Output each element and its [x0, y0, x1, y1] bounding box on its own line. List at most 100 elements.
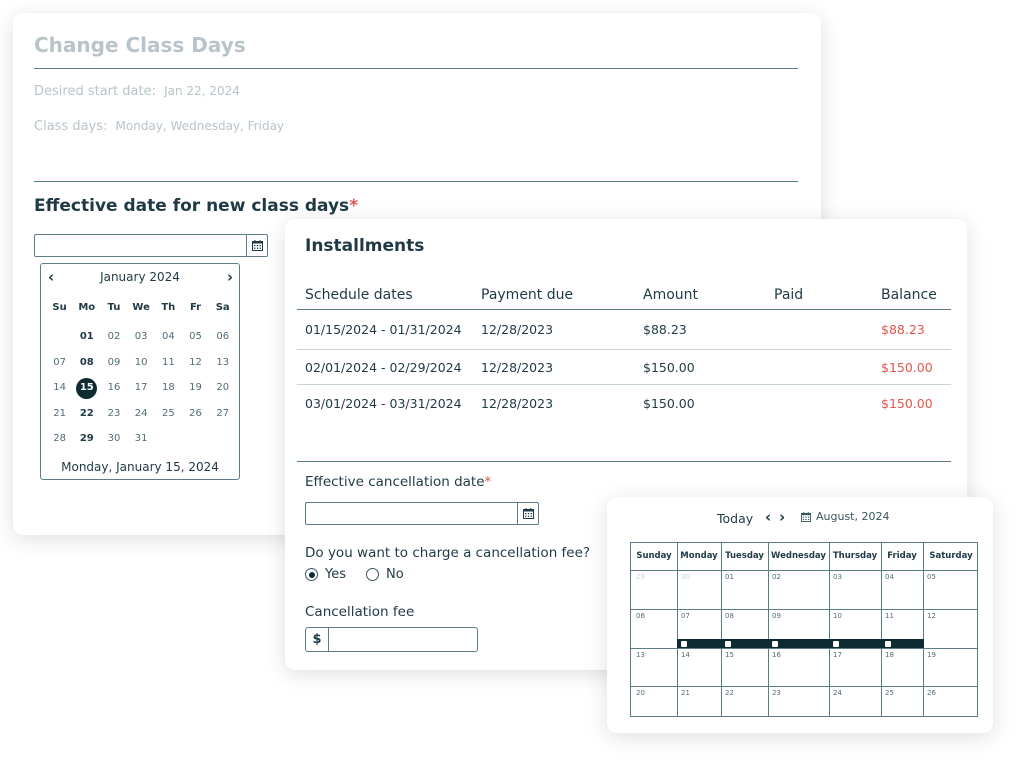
calendar-day[interactable]: 09	[772, 612, 781, 620]
calendar-day[interactable]: 15	[725, 651, 734, 659]
calendar-day[interactable]: 30	[681, 573, 690, 581]
month-selector[interactable]: August, 2024	[801, 510, 889, 523]
calendar-day[interactable]: 27	[209, 404, 236, 424]
weekday-header-tuesday: Tuesday	[725, 551, 764, 561]
next-month-chevron-icon[interactable]: ›	[779, 508, 785, 526]
radio-yes-indicator[interactable]	[305, 568, 318, 581]
calendar-day[interactable]	[46, 327, 73, 347]
calendar-day[interactable]: 30	[100, 429, 127, 449]
calendar-day[interactable]: 02	[772, 573, 781, 581]
calendar-day[interactable]: 03	[833, 573, 842, 581]
calendar-day[interactable]: 09	[100, 353, 127, 373]
calendar-day[interactable]: 06	[209, 327, 236, 347]
calendar-day[interactable]: 14	[681, 651, 690, 659]
calendar-button[interactable]	[246, 235, 267, 256]
calendar-day[interactable]: 11	[155, 353, 182, 373]
calendar-day[interactable]: 28	[46, 429, 73, 449]
calendar-day[interactable]: 08	[725, 612, 734, 620]
calendar-day[interactable]: 23	[772, 689, 781, 697]
prev-month-chevron-icon[interactable]: ‹	[765, 508, 771, 526]
calendar-day[interactable]: 04	[155, 327, 182, 347]
calendar-day[interactable]: 21	[681, 689, 690, 697]
calendar-button[interactable]	[517, 503, 538, 524]
calendar-day[interactable]: 07	[46, 353, 73, 373]
calendar-week: 14 15 16 17 18 19 20	[46, 378, 236, 399]
calendar-day[interactable]: 02	[100, 327, 127, 347]
event-checkbox[interactable]	[725, 641, 731, 647]
calendar-day[interactable]: 05	[927, 573, 936, 581]
weekday-label: Tu	[107, 302, 121, 313]
calendar-day[interactable]: 08	[73, 353, 100, 373]
today-button[interactable]: Today	[717, 511, 753, 526]
grid-line	[631, 648, 977, 649]
payment-due-cell: 12/28/2023	[481, 322, 554, 337]
calendar-day[interactable]: 31	[128, 429, 155, 449]
calendar-day[interactable]: 13	[636, 651, 645, 659]
calendar-day[interactable]: 29	[73, 429, 100, 449]
grid-line	[631, 609, 977, 610]
calendar-day[interactable]: 12	[927, 612, 936, 620]
calendar-day[interactable]: 21	[46, 404, 73, 424]
calendar-day[interactable]: 26	[182, 404, 209, 424]
radio-no[interactable]: No	[366, 567, 404, 582]
calendar-day[interactable]: 07	[681, 612, 690, 620]
calendar-day[interactable]: 23	[100, 404, 127, 424]
event-checkbox[interactable]	[885, 641, 891, 647]
calendar-day[interactable]: 20	[636, 689, 645, 697]
calendar-day[interactable]: 18	[155, 378, 182, 398]
calendar-day[interactable]: 25	[155, 404, 182, 424]
calendar-day[interactable]: 06	[636, 612, 645, 620]
month-label: August, 2024	[816, 510, 890, 523]
calendar-day[interactable]: 22	[73, 404, 100, 424]
cancellation-fee-input[interactable]: $	[305, 627, 478, 652]
calendar-day[interactable]	[209, 429, 236, 449]
calendar-day[interactable]: 22	[725, 689, 734, 697]
calendar-day[interactable]: 05	[182, 327, 209, 347]
calendar-day[interactable]: 03	[128, 327, 155, 347]
cancellation-date-input[interactable]	[305, 502, 539, 525]
calendar-day[interactable]: 24	[128, 404, 155, 424]
calendar-day[interactable]: 10	[128, 353, 155, 373]
event-checkbox[interactable]	[681, 641, 687, 647]
balance-cell: $150.00	[881, 360, 933, 375]
calendar-day[interactable]: 11	[885, 612, 894, 620]
event-checkbox[interactable]	[833, 641, 839, 647]
calendar-day[interactable]: 10	[833, 612, 842, 620]
calendar-day[interactable]: 26	[927, 689, 936, 697]
radio-yes[interactable]: Yes	[305, 567, 346, 582]
schedule-dates-cell: 03/01/2024 - 03/31/2024	[305, 396, 462, 411]
calendar-day-selected[interactable]: 15	[73, 378, 100, 399]
weekday-label: Su	[52, 302, 67, 313]
weekday-label: Mo	[78, 302, 96, 313]
calendar-day[interactable]: 18	[885, 651, 894, 659]
effective-date-input[interactable]	[34, 234, 268, 257]
desired-start-label: Desired start date:	[34, 84, 156, 99]
calendar-day[interactable]: 01	[725, 573, 734, 581]
calendar-day[interactable]: 01	[73, 327, 100, 347]
calendar-day[interactable]: 04	[885, 573, 894, 581]
calendar-day[interactable]	[182, 429, 209, 449]
currency-prefix: $	[306, 628, 329, 651]
calendar-day[interactable]: 20	[209, 378, 236, 398]
calendar-day[interactable]: 17	[128, 378, 155, 398]
event-checkbox[interactable]	[772, 641, 778, 647]
calendar-day[interactable]: 12	[182, 353, 209, 373]
column-header-payment-due: Payment due	[481, 287, 574, 303]
radio-no-indicator[interactable]	[366, 568, 379, 581]
calendar-day[interactable]: 13	[209, 353, 236, 373]
calendar-day[interactable]: 17	[833, 651, 842, 659]
calendar-day[interactable]	[155, 429, 182, 449]
class-event-bar[interactable]	[677, 639, 924, 648]
calendar-day[interactable]: 25	[885, 689, 894, 697]
calendar-day[interactable]: 16	[100, 378, 127, 398]
calendar-day[interactable]: 24	[833, 689, 842, 697]
calendar-day[interactable]: 19	[182, 378, 209, 398]
next-month-chevron-icon[interactable]: ›	[227, 268, 233, 286]
calendar-day[interactable]: 19	[927, 651, 936, 659]
grid-line	[631, 716, 977, 717]
calendar-day[interactable]: 16	[772, 651, 781, 659]
calendar-day[interactable]: 14	[46, 378, 73, 398]
calendar-day[interactable]: 29	[636, 573, 645, 581]
amount-cell: $150.00	[643, 360, 695, 375]
calendar-week: 28 29 30 31	[46, 429, 236, 449]
